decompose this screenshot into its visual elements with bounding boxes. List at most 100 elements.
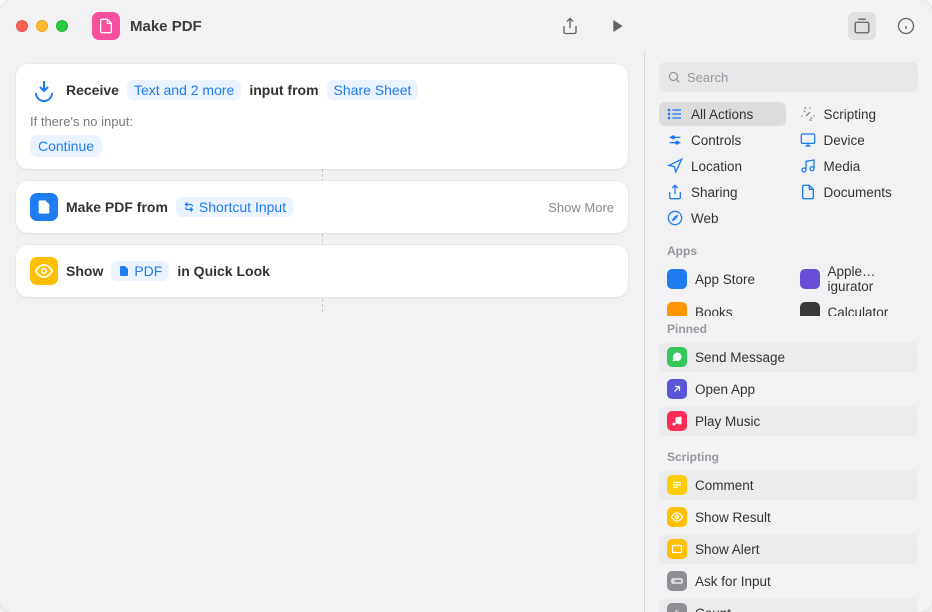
music-icon — [667, 411, 687, 431]
app-item[interactable]: Calculator — [792, 300, 919, 316]
no-input-behavior-token[interactable]: Continue — [30, 135, 102, 157]
action-item[interactable]: Send Message — [659, 342, 918, 372]
show-suffix: in Quick Look — [177, 263, 270, 279]
action-item[interactable]: Play Music — [659, 406, 918, 436]
category-web[interactable]: Web — [659, 206, 786, 230]
apps-grid: App Store Apple…igurator Books Calculator — [645, 262, 932, 316]
pinned-list: Send Message Open App Play Music — [645, 340, 932, 444]
safari-icon — [667, 210, 683, 226]
wand-icon — [800, 106, 816, 122]
pdf-variable[interactable]: PDF — [111, 261, 169, 281]
eye-icon — [667, 507, 687, 527]
category-label: All Actions — [691, 107, 753, 122]
scripting-list: Comment Show Result Show Alert Ask for Inpu… — [645, 468, 932, 612]
show-label: Show — [66, 263, 103, 279]
category-sharing[interactable]: Sharing — [659, 180, 786, 204]
category-scripting[interactable]: Scripting — [792, 102, 919, 126]
action-item[interactable]: Show Alert — [659, 534, 918, 564]
search-input[interactable] — [687, 70, 910, 85]
category-label: Device — [824, 133, 865, 148]
shortcut-input-variable[interactable]: Shortcut Input — [176, 197, 293, 217]
action-label: Send Message — [695, 350, 785, 365]
fullscreen-window-button[interactable] — [56, 20, 68, 32]
app-label: Apple…igurator — [828, 264, 911, 294]
titlebar: Make PDF — [0, 0, 932, 52]
receive-input-card[interactable]: Receive Text and 2 more input from Share… — [16, 64, 628, 169]
document-icon — [30, 193, 58, 221]
apps-section-title: Apps — [645, 238, 932, 262]
shortcut-app-icon — [92, 12, 120, 40]
alert-icon — [667, 539, 687, 559]
app-icon — [667, 302, 687, 316]
list-icon — [667, 106, 683, 122]
category-label: Web — [691, 211, 719, 226]
search-icon — [667, 70, 681, 84]
app-item[interactable]: Apple…igurator — [792, 262, 919, 296]
app-icon — [800, 269, 820, 289]
doc-icon — [800, 184, 816, 200]
receive-label: Receive — [66, 82, 119, 98]
category-grid: All Actions Scripting Controls Device Locati… — [645, 102, 932, 238]
action-label: Play Music — [695, 414, 760, 429]
category-device[interactable]: Device — [792, 128, 919, 152]
action-label: Show Result — [695, 510, 771, 525]
run-button[interactable] — [604, 12, 632, 40]
make-pdf-card[interactable]: Make PDF from Shortcut Input Show More — [16, 181, 628, 233]
app-window: Make PDF — [0, 0, 932, 612]
minimize-window-button[interactable] — [36, 20, 48, 32]
quick-look-card[interactable]: Show PDF in Quick Look — [16, 245, 628, 297]
share-icon — [667, 184, 683, 200]
info-button[interactable] — [892, 12, 920, 40]
no-input-label: If there's no input: — [30, 114, 614, 129]
action-item[interactable]: Show Result — [659, 502, 918, 532]
open-icon — [667, 379, 687, 399]
app-icon — [800, 302, 820, 316]
action-item[interactable]: Ask for Input — [659, 566, 918, 596]
app-label: App Store — [695, 272, 755, 287]
action-item[interactable]: Comment — [659, 470, 918, 500]
message-icon — [667, 347, 687, 367]
pinned-section-title: Pinned — [645, 316, 932, 340]
action-item[interactable]: ΣCount — [659, 598, 918, 612]
search-field[interactable] — [659, 62, 918, 92]
comment-icon — [667, 475, 687, 495]
workflow-editor[interactable]: Receive Text and 2 more input from Share… — [0, 52, 645, 612]
category-label: Media — [824, 159, 861, 174]
music-icon — [800, 158, 816, 174]
app-item[interactable]: App Store — [659, 262, 786, 296]
category-documents[interactable]: Documents — [792, 180, 919, 204]
action-label: Show Alert — [695, 542, 760, 557]
count-icon: Σ — [667, 603, 687, 612]
category-label: Scripting — [824, 107, 877, 122]
category-label: Sharing — [691, 185, 738, 200]
app-icon — [667, 269, 687, 289]
receive-mid: input from — [249, 82, 318, 98]
category-controls[interactable]: Controls — [659, 128, 786, 152]
library-toggle-button[interactable] — [848, 12, 876, 40]
scripting-section-title: Scripting — [645, 444, 932, 468]
device-icon — [800, 132, 816, 148]
app-label: Books — [695, 305, 733, 317]
traffic-lights — [16, 20, 68, 32]
close-window-button[interactable] — [16, 20, 28, 32]
eye-icon — [30, 257, 58, 285]
input-source-token[interactable]: Share Sheet — [327, 80, 419, 100]
category-all-actions[interactable]: All Actions — [659, 102, 786, 126]
action-label: Ask for Input — [695, 574, 771, 589]
category-location[interactable]: Location — [659, 154, 786, 178]
app-label: Calculator — [828, 305, 889, 317]
make-pdf-label: Make PDF from — [66, 199, 168, 215]
input-type-token[interactable]: Text and 2 more — [127, 80, 241, 100]
library-sidebar: All Actions Scripting Controls Device Locati… — [645, 52, 932, 612]
show-more-button[interactable]: Show More — [548, 200, 614, 215]
action-label: Comment — [695, 478, 754, 493]
window-title: Make PDF — [130, 18, 202, 35]
app-item[interactable]: Books — [659, 300, 786, 316]
share-button[interactable] — [556, 12, 584, 40]
action-label: Open App — [695, 382, 755, 397]
category-label: Location — [691, 159, 742, 174]
action-item[interactable]: Open App — [659, 374, 918, 404]
receive-icon — [30, 76, 58, 104]
category-media[interactable]: Media — [792, 154, 919, 178]
category-label: Documents — [824, 185, 892, 200]
